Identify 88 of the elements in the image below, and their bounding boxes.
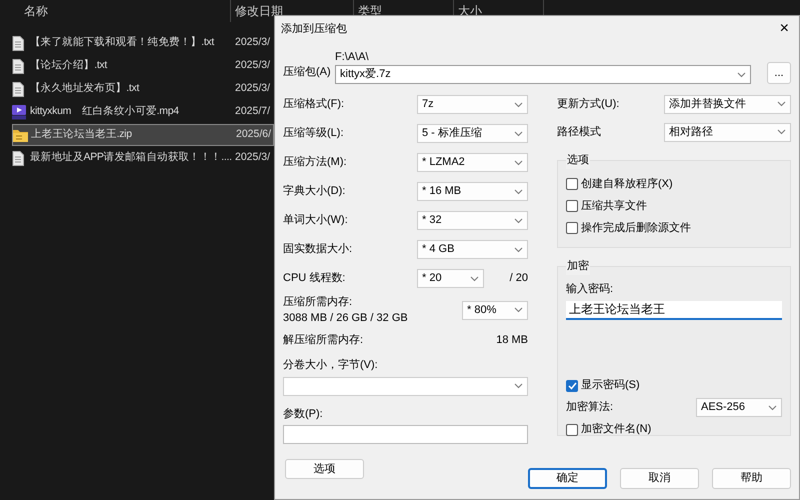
option-checkbox[interactable]: 压缩共享文件 <box>566 195 782 217</box>
option-dropdown[interactable]: * LZMA2 <box>417 153 528 172</box>
file-name: 最新地址及APP请发邮箱自动获取！！！.... <box>30 150 233 166</box>
options-button[interactable]: 选项 <box>285 459 364 479</box>
option-dropdown[interactable]: 5 - 标准压缩 <box>417 124 528 143</box>
field-label: CPU 线程数: <box>283 271 346 286</box>
video-file-icon <box>12 104 26 120</box>
caret-icon <box>514 130 523 136</box>
modified-date: 2025/6/ <box>236 127 272 142</box>
field-label: 压缩包(A) <box>283 64 332 80</box>
caret-icon <box>514 307 523 313</box>
caret-icon <box>514 188 523 194</box>
file-name: kittyxkum 红白条纹小可爱.mp4 <box>30 104 180 120</box>
file-name: 【来了就能下载和观看！纯免费！】.txt <box>30 35 216 50</box>
caret-icon <box>777 101 786 107</box>
modified-date: 2025/7/ <box>235 104 270 120</box>
memory-usage-text: 3088 MB / 26 GB / 32 GB <box>283 311 408 326</box>
caret-icon <box>768 404 777 410</box>
group-title: 选项 <box>566 152 590 168</box>
window-title: 添加到压缩包 <box>281 22 347 37</box>
column-header[interactable]: 名称 <box>24 2 48 20</box>
caret-icon <box>777 129 786 135</box>
option-dropdown[interactable]: 7z <box>417 95 528 114</box>
file-name: 上老王论坛当老王.zip <box>31 127 133 142</box>
group-title: 加密 <box>566 258 590 274</box>
field-label: 路径模式 <box>557 124 601 140</box>
file-row[interactable]: 【永久地址发布页】.txt 2025/3/ <box>12 78 274 100</box>
parameters-field[interactable] <box>283 425 528 444</box>
volume-size-dropdown[interactable] <box>283 376 528 396</box>
option-dropdown[interactable]: * 4 GB <box>417 240 528 259</box>
caret-icon <box>514 383 523 389</box>
password-field[interactable]: 上老王论坛当老王 <box>566 300 782 320</box>
file-name: 【论坛介绍】.txt <box>30 58 108 74</box>
option-dropdown[interactable]: 相对路径 <box>664 122 791 142</box>
caret-icon <box>514 102 523 108</box>
show-password-checkbox[interactable]: 显示密码(S) <box>566 374 782 396</box>
caret-icon <box>514 218 523 224</box>
field-label: 更新方式(U): <box>557 96 620 112</box>
modified-date: 2025/3/ <box>235 35 270 50</box>
document-icon <box>12 58 24 74</box>
document-icon <box>12 36 24 50</box>
modified-date: 2025/3/ <box>235 58 270 74</box>
option-dropdown[interactable]: 添加并替换文件 <box>664 94 791 114</box>
dialog-button[interactable]: 取消 <box>620 468 699 489</box>
file-row[interactable]: 【论坛介绍】.txt 2025/3/ <box>12 55 274 77</box>
field-label: 分卷大小，字节(V): <box>283 358 379 373</box>
ok-button[interactable]: 确定 <box>528 468 607 489</box>
caret-icon <box>737 72 746 78</box>
document-icon <box>12 82 24 96</box>
field-label: 固实数据大小: <box>283 242 352 258</box>
archive-name-field[interactable]: kittyx爱.7z <box>335 65 751 84</box>
memory-value: 18 MB <box>496 332 528 348</box>
encrypt-names-checkbox[interactable]: 加密文件名(N) <box>566 418 782 440</box>
field-label: 压缩所需内存: <box>283 294 354 310</box>
option-dropdown[interactable]: * 32 <box>417 211 528 230</box>
browse-button[interactable]: ... <box>767 62 791 84</box>
file-row[interactable]: 上老王论坛当老王.zip 2025/6/ <box>12 124 274 146</box>
field-label: 参数(P): <box>283 406 324 422</box>
file-name: 【永久地址发布页】.txt <box>30 81 140 96</box>
file-row[interactable]: 最新地址及APP请发邮箱自动获取！！！.... 2025/3/ <box>12 147 274 169</box>
modified-date: 2025/3/ <box>235 150 270 166</box>
field-label: 输入密码: <box>566 282 614 297</box>
dialog-button[interactable]: 帮助 <box>712 468 791 489</box>
field-label: 压缩等级(L): <box>283 126 344 142</box>
document-icon <box>12 150 24 166</box>
caret-icon <box>514 160 523 166</box>
thread-max-text: / 20 <box>508 271 528 286</box>
caret-icon <box>514 246 523 252</box>
file-row[interactable]: kittyxkum 红白条纹小可爱.mp4 2025/7/ <box>12 101 274 123</box>
option-checkbox[interactable]: 操作完成后删除源文件 <box>566 217 782 239</box>
encryption-method-dropdown[interactable]: AES-256 <box>696 398 782 417</box>
file-row[interactable]: 【来了就能下载和观看！纯免费！】.txt 2025/3/ <box>12 32 274 54</box>
close-button[interactable]: × <box>776 21 793 37</box>
field-label: 字典大小(D): <box>283 184 346 200</box>
memory-dropdown[interactable]: * 80% <box>462 300 528 320</box>
field-label: 单词大小(W): <box>283 213 348 228</box>
field-label: 加密算法: <box>566 400 614 416</box>
option-dropdown[interactable]: * 16 MB <box>417 182 528 201</box>
check-icon <box>568 382 576 390</box>
path-text: F:\A\A\ <box>335 50 370 64</box>
field-label: 压缩格式(F): <box>283 96 344 112</box>
field-label: 解压缩所需内存: <box>283 332 364 348</box>
thread-dropdown[interactable]: * 20 <box>417 269 484 288</box>
field-label: 压缩方法(M): <box>283 154 347 170</box>
option-checkbox[interactable]: 创建自释放程序(X) <box>566 173 782 195</box>
caret-icon <box>470 276 479 282</box>
modified-date: 2025/3/ <box>235 81 270 96</box>
folder-zip-icon <box>13 128 28 142</box>
